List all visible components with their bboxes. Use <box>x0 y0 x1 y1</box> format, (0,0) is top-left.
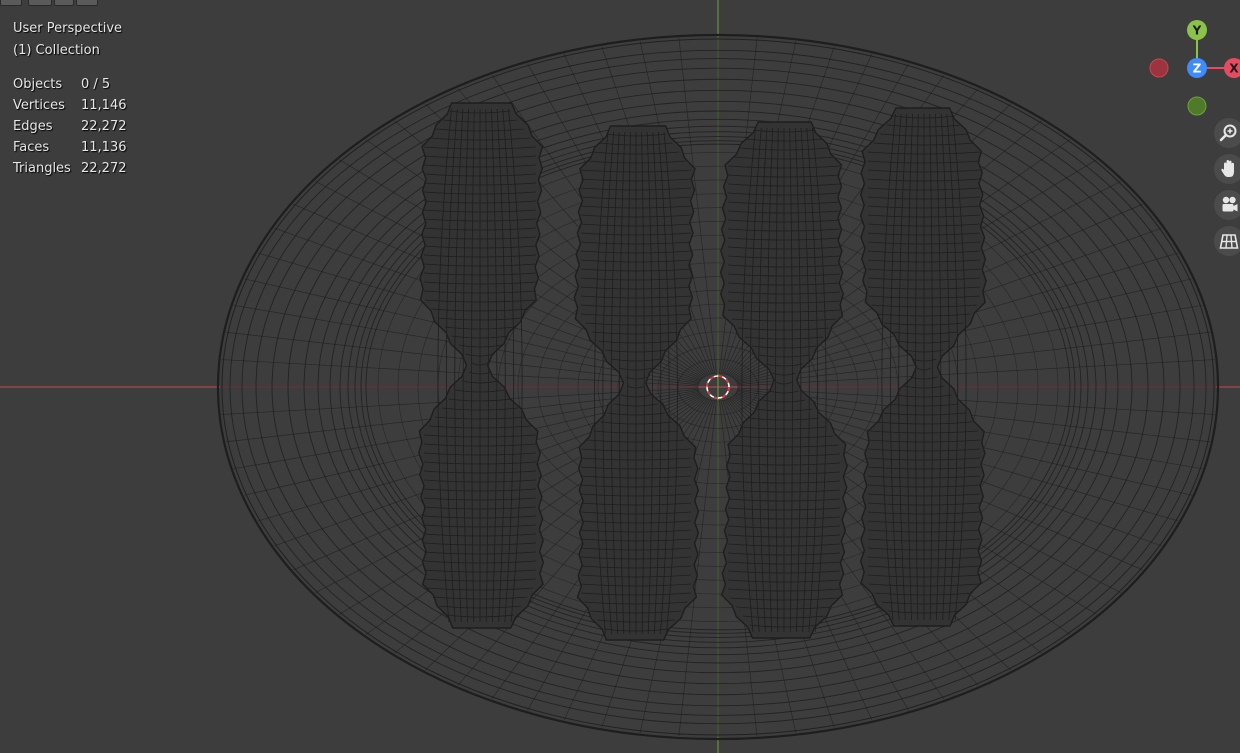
header-tab[interactable] <box>76 0 98 6</box>
stat-vertices: Vertices 11,146 <box>13 95 127 116</box>
3d-viewport[interactable] <box>0 0 1240 753</box>
hand-pan-icon <box>1221 160 1234 177</box>
z-axis-label: Z <box>1193 62 1202 76</box>
stat-label: Faces <box>13 140 50 155</box>
wireframe-scene <box>0 0 1240 753</box>
ortho-toggle-button[interactable] <box>1214 226 1240 256</box>
cucumber-mesh <box>719 121 848 639</box>
stat-value: 0 / 5 <box>81 77 111 92</box>
view-name: User Perspective <box>13 21 123 36</box>
viewport-header-tabs <box>0 0 100 6</box>
header-tab[interactable] <box>28 0 52 6</box>
grid-ortho-icon <box>1219 234 1239 249</box>
zoom-icon <box>1219 124 1237 142</box>
collection-name: (1) Collection <box>13 43 100 58</box>
stat-faces: Faces 11,136 <box>13 137 127 158</box>
stat-label: Triangles <box>13 161 71 176</box>
stat-label: Edges <box>13 119 53 134</box>
header-tab[interactable] <box>0 0 22 6</box>
camera-view-button[interactable] <box>1214 190 1240 220</box>
zoom-button[interactable] <box>1214 118 1240 148</box>
header-tab[interactable] <box>54 0 74 6</box>
viewport-info: User Perspective (1) Collection <box>13 18 122 62</box>
stat-objects: Objects 0 / 5 <box>13 74 127 95</box>
stat-edges: Edges 22,272 <box>13 116 127 137</box>
y-axis-label: Y <box>1192 24 1202 38</box>
stat-value: 11,136 <box>81 140 127 155</box>
stat-label: Objects <box>13 77 63 92</box>
neg-x-axis-handle[interactable] <box>1149 58 1169 78</box>
scene-statistics: Objects 0 / 5 Vertices 11,146 Edges 22,272 … <box>13 74 127 179</box>
neg-y-axis-handle[interactable] <box>1187 96 1207 116</box>
stat-label: Vertices <box>13 98 65 113</box>
stat-value: 22,272 <box>81 161 127 176</box>
camera-icon <box>1222 196 1238 212</box>
stat-value: 22,272 <box>81 119 127 134</box>
stat-triangles: Triangles 22,272 <box>13 158 127 179</box>
stat-value: 11,146 <box>81 98 127 113</box>
x-axis-label: X <box>1229 62 1239 76</box>
cucumber-mesh <box>859 107 987 627</box>
pan-button[interactable] <box>1214 154 1240 184</box>
navigation-gizmo[interactable]: Y X Z <box>1140 14 1240 124</box>
